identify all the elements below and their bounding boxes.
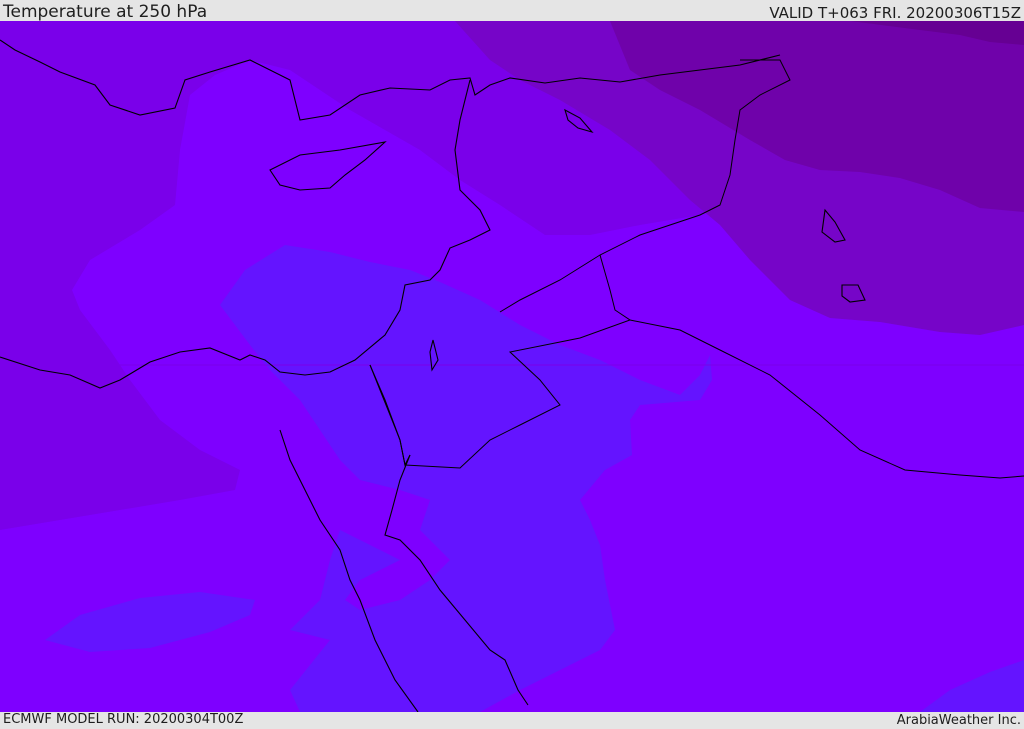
model-run-label: ECMWF MODEL RUN: 20200304T00Z [3,712,244,727]
header-bar: Temperature at 250 hPa VALID T+063 FRI. … [0,0,1024,21]
weather-map: Temperature at 250 hPa VALID T+063 FRI. … [0,0,1024,729]
footer-bar: ECMWF MODEL RUN: 20200304T00Z ArabiaWeat… [0,712,1024,729]
map-title: Temperature at 250 hPa [3,2,208,22]
temperature-field-map[interactable] [0,21,1024,712]
credit-label: ArabiaWeather Inc. [896,713,1021,728]
valid-time-label: VALID T+063 FRI. 20200306T15Z [769,4,1021,22]
